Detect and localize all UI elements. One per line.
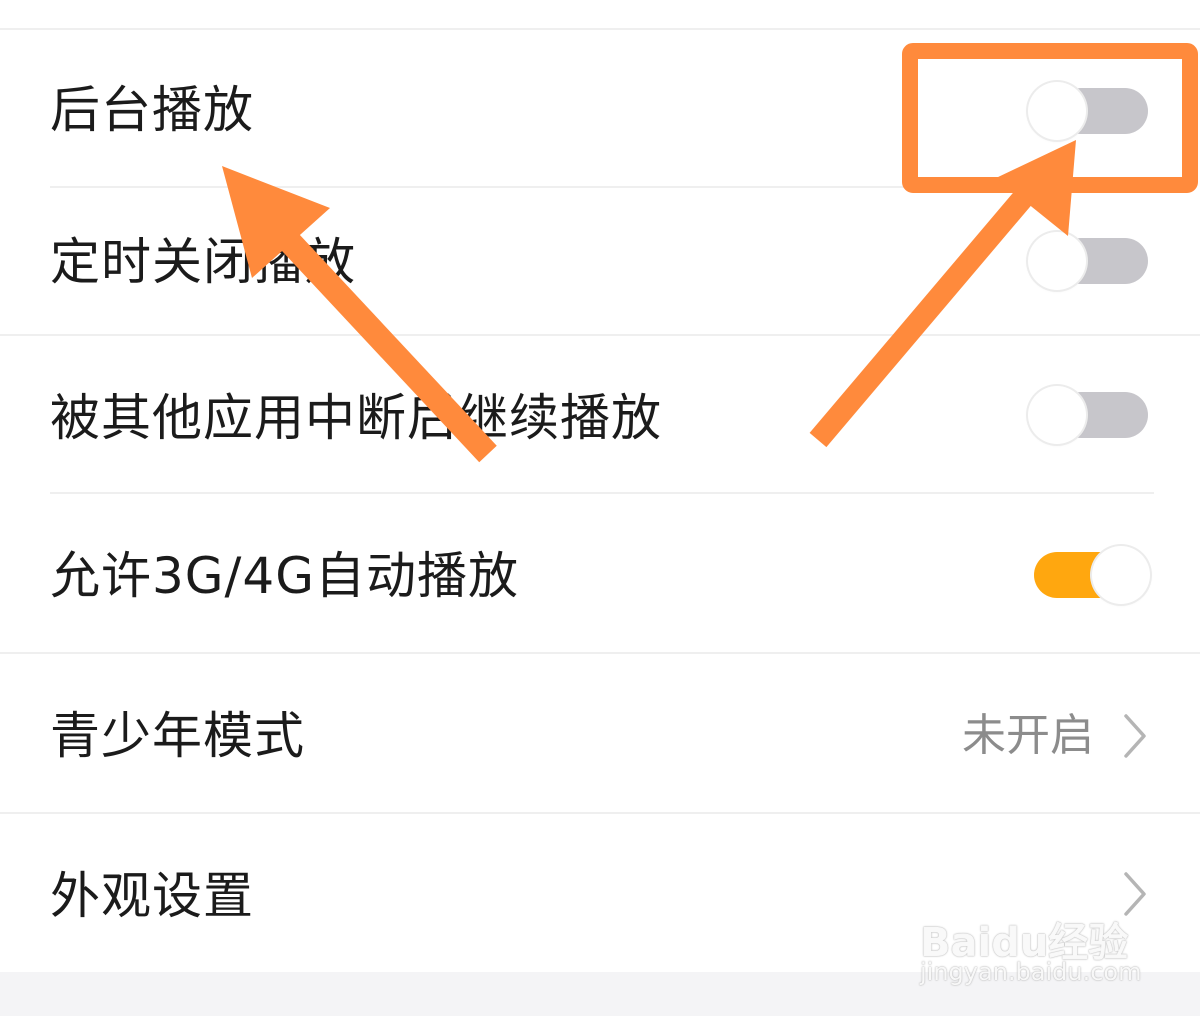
setting-label-appearance: 外观设置 [50, 867, 254, 925]
sleep-timer-toggle[interactable] [1028, 232, 1150, 290]
setting-row-resume-after-interrupt[interactable]: 被其他应用中断后继续播放 [0, 336, 1200, 492]
setting-label-mobile-autoplay: 允许3G/4G自动播放 [50, 547, 519, 605]
setting-row-background-play[interactable]: 后台播放 [0, 30, 1200, 186]
setting-label-teen-mode: 青少年模式 [50, 707, 305, 765]
setting-row-appearance[interactable]: 外观设置 [0, 814, 1200, 972]
setting-row-teen-mode[interactable]: 青少年模式 未开启 [0, 654, 1200, 812]
mobile-autoplay-toggle[interactable] [1034, 546, 1156, 604]
setting-label-sleep-timer: 定时关闭播放 [50, 233, 356, 291]
setting-label-background-play: 后台播放 [50, 81, 254, 139]
background-play-toggle[interactable] [1028, 82, 1150, 140]
chevron-right-icon [1124, 872, 1146, 916]
setting-row-sleep-timer[interactable]: 定时关闭播放 [0, 188, 1200, 334]
toggle-knob [1028, 82, 1086, 140]
toggle-knob [1028, 232, 1086, 290]
resume-after-interrupt-toggle[interactable] [1028, 386, 1150, 444]
toggle-knob [1028, 386, 1086, 444]
teen-mode-status: 未开启 [962, 710, 1094, 761]
chevron-right-icon [1124, 714, 1146, 758]
setting-row-mobile-autoplay[interactable]: 允许3G/4G自动播放 [0, 494, 1200, 652]
toggle-knob [1092, 546, 1150, 604]
bottom-section-gap [0, 972, 1200, 1016]
setting-label-resume-after-interrupt: 被其他应用中断后继续播放 [50, 389, 662, 447]
